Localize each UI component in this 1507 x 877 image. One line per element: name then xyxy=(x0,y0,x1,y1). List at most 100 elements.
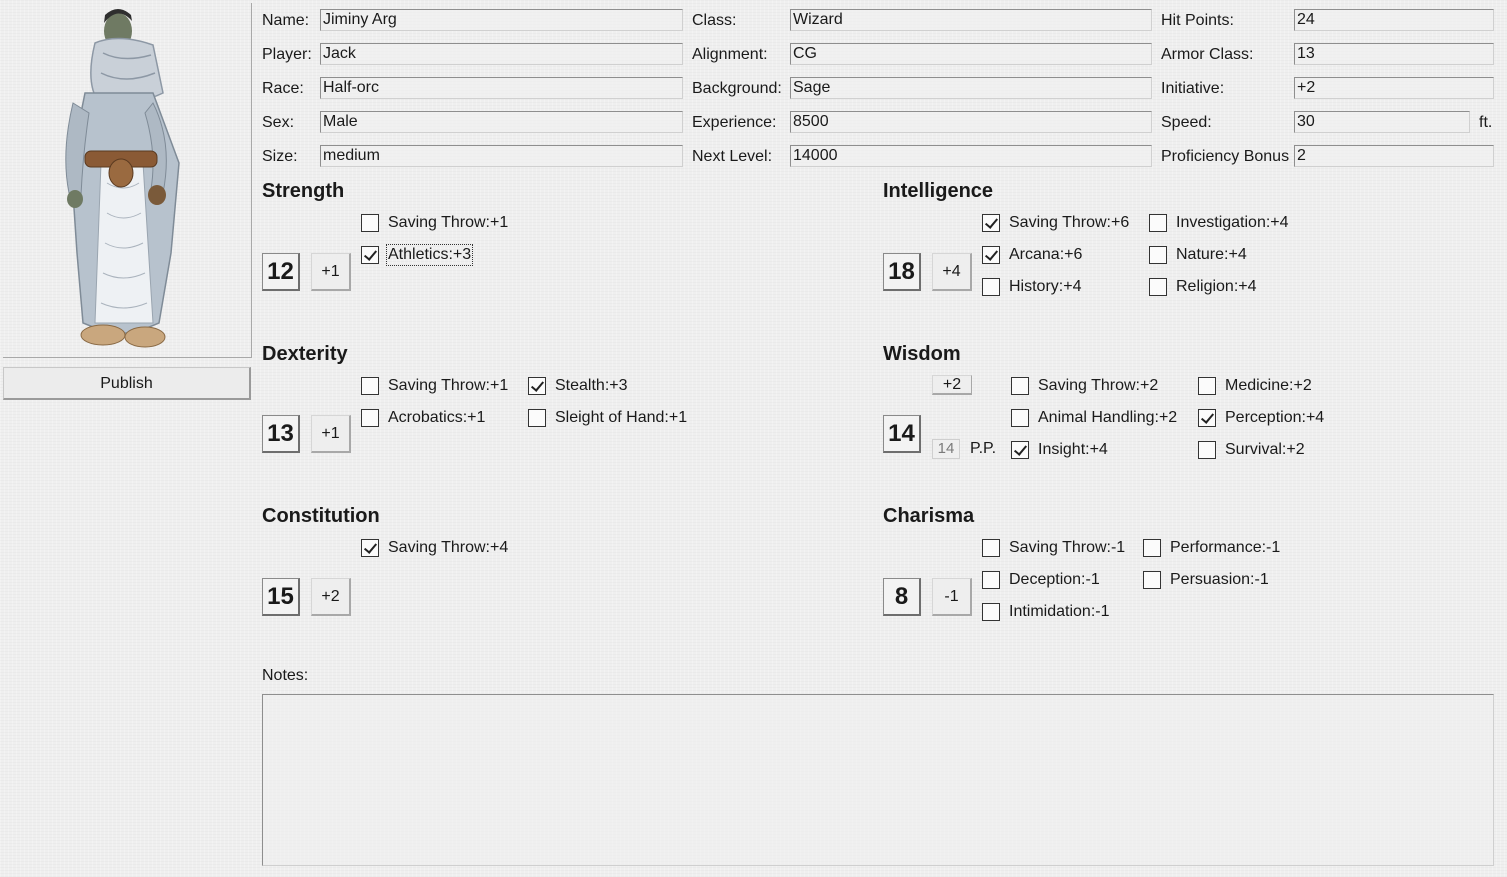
checkbox-label: History:+4 xyxy=(1009,278,1082,295)
sex-label: Sex: xyxy=(262,114,295,131)
dexterity-score[interactable]: 13 xyxy=(262,415,300,453)
acrobatics-checkbox[interactable]: Acrobatics:+1 xyxy=(361,407,485,429)
checkbox-box[interactable] xyxy=(1149,214,1167,232)
class-field[interactable]: Wizard xyxy=(790,9,1152,31)
speed-field[interactable]: 30 xyxy=(1294,111,1470,133)
checkbox-box[interactable] xyxy=(1143,539,1161,557)
perception-checkbox[interactable]: Perception:+4 xyxy=(1198,407,1324,429)
checkbox-box[interactable] xyxy=(982,539,1000,557)
arcana-checkbox[interactable]: Arcana:+6 xyxy=(982,244,1082,266)
intimidation-checkbox[interactable]: Intimidation:-1 xyxy=(982,601,1110,623)
strength-score[interactable]: 12 xyxy=(262,253,300,291)
checkbox-box[interactable] xyxy=(361,409,379,427)
checkbox-label: Medicine:+2 xyxy=(1225,377,1312,394)
persuasion-checkbox[interactable]: Persuasion:-1 xyxy=(1143,569,1269,591)
hit-points-field[interactable]: 24 xyxy=(1294,9,1494,31)
intelligence-score[interactable]: 18 xyxy=(883,253,921,291)
dexterity-modifier: +1 xyxy=(311,415,351,453)
deception-checkbox[interactable]: Deception:-1 xyxy=(982,569,1100,591)
race-field[interactable]: Half-orc xyxy=(320,77,683,99)
stealth-checkbox[interactable]: Stealth:+3 xyxy=(528,375,628,397)
checkbox-box[interactable] xyxy=(361,246,379,264)
charisma-score[interactable]: 8 xyxy=(883,578,921,616)
history-checkbox[interactable]: History:+4 xyxy=(982,276,1081,298)
checkbox-box[interactable] xyxy=(1011,441,1029,459)
survival-checkbox[interactable]: Survival:+2 xyxy=(1198,439,1305,461)
nature-checkbox[interactable]: Nature:+4 xyxy=(1149,244,1247,266)
constitution-score[interactable]: 15 xyxy=(262,578,300,616)
checkbox-label: Deception:-1 xyxy=(1009,571,1100,588)
charisma-title: Charisma xyxy=(883,505,975,527)
checkbox-box[interactable] xyxy=(361,539,379,557)
next-level-field[interactable]: 14000 xyxy=(790,145,1152,167)
sleight-of-hand-checkbox[interactable]: Sleight of Hand:+1 xyxy=(528,407,687,429)
checkbox-box[interactable] xyxy=(1143,571,1161,589)
wisdom-saving-throw-checkbox[interactable]: Saving Throw:+2 xyxy=(1011,375,1158,397)
checkbox-box[interactable] xyxy=(982,278,1000,296)
checkbox-box[interactable] xyxy=(1198,441,1216,459)
checkbox-box[interactable] xyxy=(1011,409,1029,427)
intelligence-title: Intelligence xyxy=(883,180,994,202)
next-level-label: Next Level: xyxy=(692,148,773,165)
background-field[interactable]: Sage xyxy=(790,77,1152,99)
passive-perception-label: P.P. xyxy=(970,440,997,457)
name-label: Name: xyxy=(262,12,310,29)
strength-saving-throw-checkbox[interactable]: Saving Throw:+1 xyxy=(361,212,508,234)
checkbox-label: Religion:+4 xyxy=(1176,278,1257,295)
checkbox-box[interactable] xyxy=(1198,377,1216,395)
checkbox-box[interactable] xyxy=(361,214,379,232)
experience-field[interactable]: 8500 xyxy=(790,111,1152,133)
checkbox-box[interactable] xyxy=(1149,278,1167,296)
checkbox-label: Insight:+4 xyxy=(1038,441,1108,458)
character-portrait xyxy=(3,3,252,358)
dexterity-saving-throw-checkbox[interactable]: Saving Throw:+1 xyxy=(361,375,508,397)
checkbox-box[interactable] xyxy=(1149,246,1167,264)
proficiency-bonus-field[interactable]: 2 xyxy=(1294,145,1494,167)
checkbox-label: Perception:+4 xyxy=(1225,409,1325,426)
medicine-checkbox[interactable]: Medicine:+2 xyxy=(1198,375,1312,397)
size-field[interactable]: medium xyxy=(320,145,683,167)
speed-label: Speed: xyxy=(1161,114,1212,131)
checkbox-label: Stealth:+3 xyxy=(555,377,628,394)
publish-button[interactable]: Publish xyxy=(3,367,251,400)
insight-checkbox[interactable]: Insight:+4 xyxy=(1011,439,1108,461)
athletics-checkbox[interactable]: Athletics:+3 xyxy=(361,244,474,266)
character-portrait-image xyxy=(65,9,180,348)
experience-label: Experience: xyxy=(692,114,777,131)
charisma-saving-throw-checkbox[interactable]: Saving Throw:-1 xyxy=(982,537,1125,559)
checkbox-label: Performance:-1 xyxy=(1170,539,1281,556)
religion-checkbox[interactable]: Religion:+4 xyxy=(1149,276,1257,298)
checkbox-label: Sleight of Hand:+1 xyxy=(555,409,688,426)
investigation-checkbox[interactable]: Investigation:+4 xyxy=(1149,212,1289,234)
performance-checkbox[interactable]: Performance:-1 xyxy=(1143,537,1280,559)
alignment-field[interactable]: CG xyxy=(790,43,1152,65)
checkbox-box[interactable] xyxy=(528,377,546,395)
wisdom-score[interactable]: 14 xyxy=(883,415,921,453)
constitution-saving-throw-checkbox[interactable]: Saving Throw:+4 xyxy=(361,537,508,559)
intelligence-saving-throw-checkbox[interactable]: Saving Throw:+6 xyxy=(982,212,1129,234)
animal-handling-checkbox[interactable]: Animal Handling:+2 xyxy=(1011,407,1177,429)
checkbox-box[interactable] xyxy=(982,246,1000,264)
sex-field[interactable]: Male xyxy=(320,111,683,133)
name-field[interactable]: Jiminy Arg xyxy=(320,9,683,31)
armor-class-field[interactable]: 13 xyxy=(1294,43,1494,65)
checkbox-box[interactable] xyxy=(982,603,1000,621)
strength-modifier: +1 xyxy=(311,253,351,291)
checkbox-box[interactable] xyxy=(528,409,546,427)
player-label: Player: xyxy=(262,46,312,63)
checkbox-label: Saving Throw:+1 xyxy=(388,214,509,231)
checkbox-box[interactable] xyxy=(982,571,1000,589)
armor-class-label: Armor Class: xyxy=(1161,46,1254,63)
initiative-field[interactable]: +2 xyxy=(1294,77,1494,99)
checkbox-label: Saving Throw:+6 xyxy=(1009,214,1130,231)
checkbox-box[interactable] xyxy=(1198,409,1216,427)
checkbox-box[interactable] xyxy=(1011,377,1029,395)
strength-title: Strength xyxy=(262,180,345,202)
player-field[interactable]: Jack xyxy=(320,43,683,65)
checkbox-label: Saving Throw:+2 xyxy=(1038,377,1159,394)
checkbox-box[interactable] xyxy=(982,214,1000,232)
checkbox-box[interactable] xyxy=(361,377,379,395)
passive-perception-value: 14 xyxy=(932,439,960,459)
speed-unit-label: ft. xyxy=(1479,114,1493,131)
notes-textarea[interactable] xyxy=(262,694,1494,866)
